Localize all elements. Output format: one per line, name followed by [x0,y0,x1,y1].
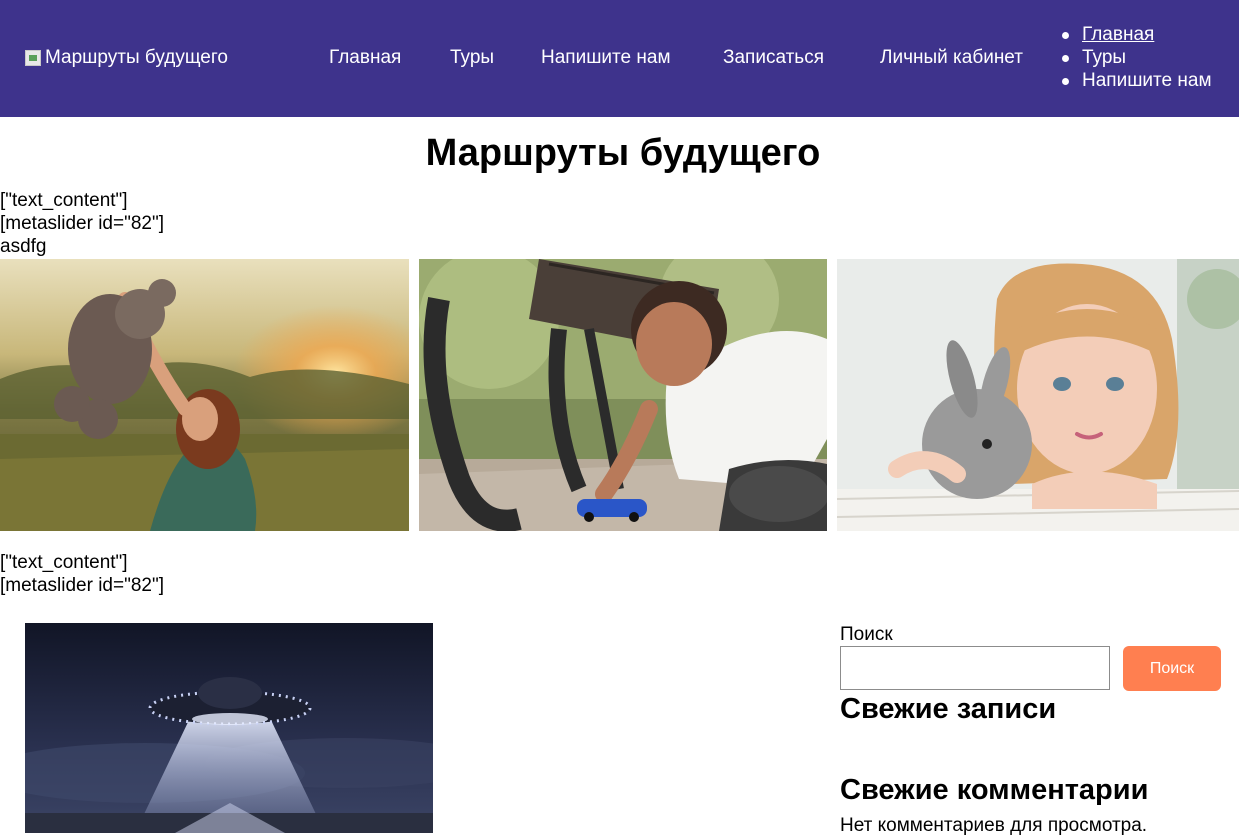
shortcode-text: asdfg [0,236,47,257]
shortcode-text: ["text_content"] [0,190,128,211]
secondary-nav: Главная Туры Напишите нам [1060,23,1212,92]
gallery-photo-boy-toy-car[interactable] [419,259,827,531]
recent-posts-title: Свежие записи [840,693,1057,725]
secondary-nav-item-home[interactable]: Главная [1060,23,1212,46]
nav-link-contact[interactable]: Напишите нам [541,46,671,69]
secondary-nav-item-tours[interactable]: Туры [1060,46,1212,69]
secondary-nav-item-contact[interactable]: Напишите нам [1060,69,1212,92]
site-header: Маршруты будущего Главная Туры Напишите … [0,0,1239,117]
search-label: Поиск [840,624,893,645]
site-logo[interactable]: Маршруты будущего [25,46,228,69]
raw-content-block: ["text_content"] [metaslider id="82"] [0,551,164,597]
shortcode-text: ["text_content"] [0,552,128,573]
nav-link-tours[interactable]: Туры [450,46,494,69]
search-button[interactable]: Поиск [1123,646,1221,691]
nav-link-home[interactable]: Главная [329,46,401,69]
search-input[interactable] [840,646,1110,690]
recent-comments-title: Свежие комментарии [840,774,1149,806]
gallery-photo-girl-teddy-bear[interactable] [0,259,409,531]
raw-content-block: ["text_content"] [metaslider id="82"] as… [0,189,164,258]
no-comments-text: Нет комментариев для просмотра. [840,815,1148,836]
nav-link-signup[interactable]: Записаться [723,46,824,69]
broken-image-icon [25,49,41,66]
post-thumbnail-ufo[interactable] [25,623,433,833]
page-title: Маршруты будущего [425,132,821,174]
gallery-photo-girl-bunny[interactable] [837,259,1239,531]
shortcode-text: [metaslider id="82"] [0,213,164,234]
nav-link-account[interactable]: Личный кабинет [880,46,1023,69]
logo-alt-text: Маршруты будущего [45,47,228,68]
shortcode-text: [metaslider id="82"] [0,575,164,596]
